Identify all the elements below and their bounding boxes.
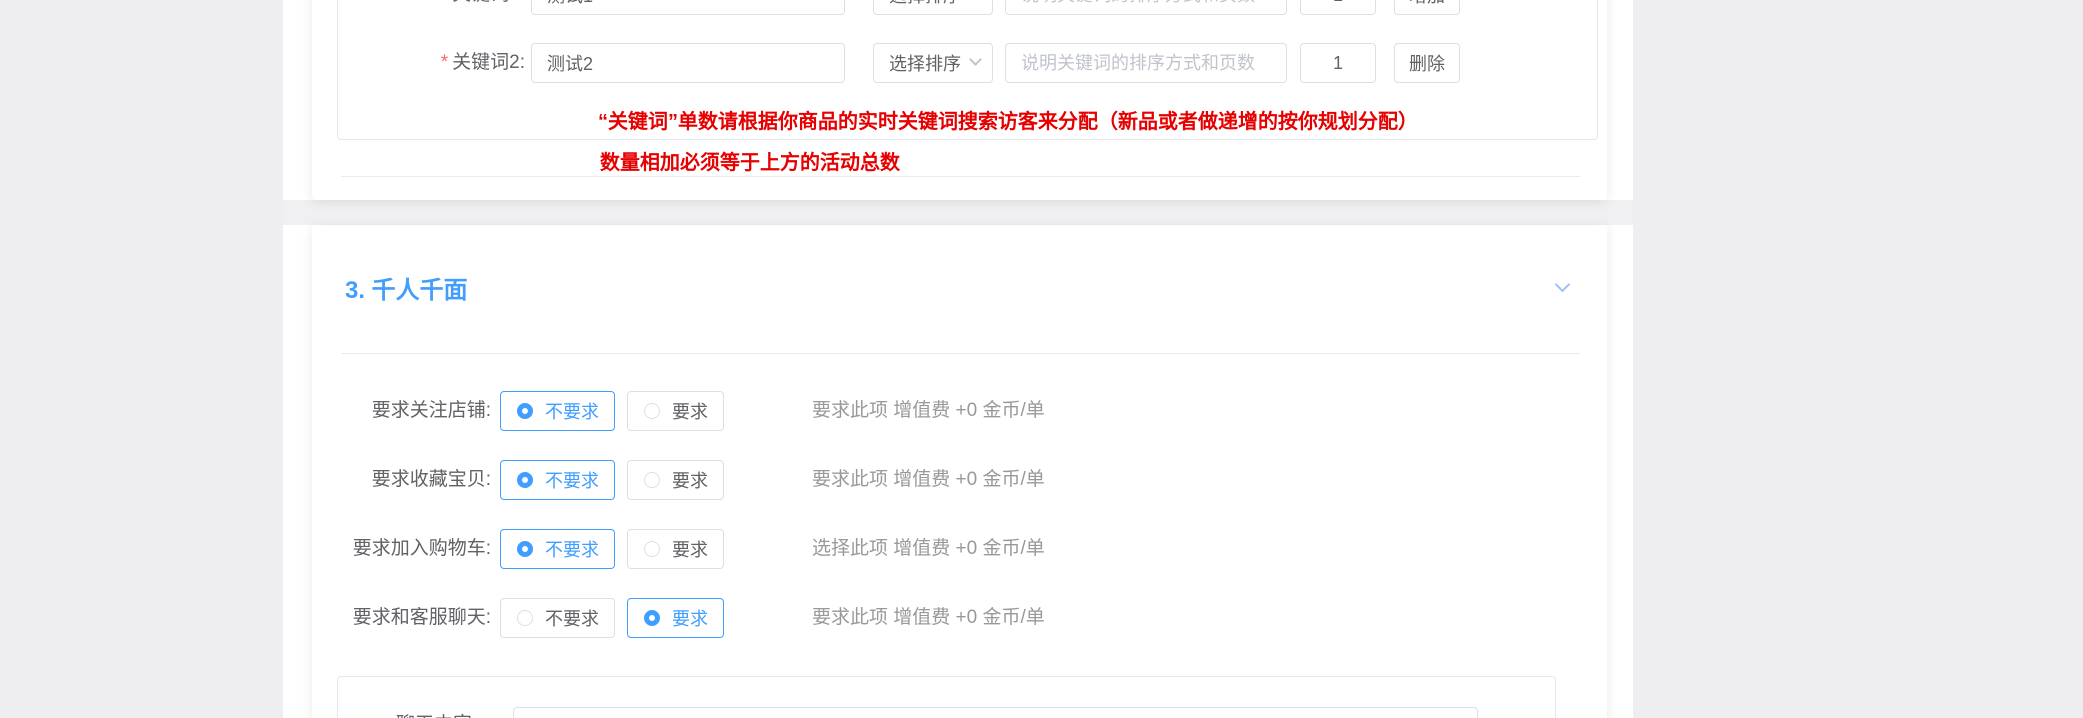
radio-icon [517,541,533,557]
radio-option-no[interactable]: 不要求 [500,529,615,569]
add-to-cart-row: 要求加入购物车: 不要求 要求 选择此项 增值费 +0 金币/单 [312,529,1607,569]
required-asterisk: * [441,52,448,73]
add-keyword-button[interactable]: 增加 [1394,0,1460,15]
add-to-cart-label: 要求加入购物车: [331,529,491,569]
keyword-2-label: *关键词2: [340,43,525,83]
favorite-item-row: 要求收藏宝贝: 不要求 要求 要求此项 增值费 +0 金币/单 [312,460,1607,500]
radio-icon [644,472,660,488]
keyword-1-label: *关键词1: [340,0,525,15]
divider [341,176,1580,177]
radio-option-no[interactable]: 不要求 [500,460,615,500]
keyword-row-2: *关键词2: 选择排序 删除 [312,43,1607,83]
keyword-row-1: *关键词1: 选择排序 增加 [312,0,1607,15]
radio-option-no[interactable]: 不要求 [500,391,615,431]
chat-content-input[interactable] [513,707,1478,718]
radio-icon [517,610,533,626]
radio-icon [517,403,533,419]
chevron-down-icon[interactable] [1552,277,1572,297]
radio-option-yes[interactable]: 要求 [627,391,724,431]
favorite-item-label: 要求收藏宝贝: [331,460,491,500]
radio-icon [644,403,660,419]
count-input-2[interactable] [1300,43,1376,83]
sort-note-input-2[interactable] [1005,43,1287,83]
radio-option-yes[interactable]: 要求 [627,598,724,638]
personalization-card: 3. 千人千面 要求关注店铺: 不要求 要求 要求此项 增值费 +0 金币/单 … [312,225,1607,718]
chat-content-label: 聊天内容 [331,705,472,718]
section-title: 3. 千人千面 [345,270,468,305]
page: *关键词1: 选择排序 增加 *关键词2: 选择排序 删除 [0,0,2083,718]
sort-note-input-1[interactable] [1005,0,1287,15]
keyword-note-line2: 数量相加必须等于上方的活动总数 [600,146,900,175]
follow-shop-label: 要求关注店铺: [331,391,491,431]
radio-option-yes[interactable]: 要求 [627,529,724,569]
divider [341,353,1580,354]
delete-keyword-button[interactable]: 删除 [1394,43,1460,83]
radio-icon [644,610,660,626]
radio-option-yes[interactable]: 要求 [627,460,724,500]
fee-note: 要求此项 增值费 +0 金币/单 [812,391,1045,431]
keywords-card: *关键词1: 选择排序 增加 *关键词2: 选择排序 删除 [312,0,1607,200]
keyword-note-line1: “关键词”单数请根据你商品的实时关键词搜索访客来分配（新品或者做递增的按你规划分… [598,105,1418,134]
radio-icon [644,541,660,557]
radio-option-no[interactable]: 不要求 [500,598,615,638]
keyword-2-input[interactable] [531,43,845,83]
chat-service-row: 要求和客服聊天: 不要求 要求 要求此项 增值费 +0 金币/单 [312,598,1607,638]
fee-note: 要求此项 增值费 +0 金币/单 [812,598,1045,638]
count-input-1[interactable] [1300,0,1376,15]
sort-order-select-1[interactable]: 选择排序 [873,0,993,15]
required-asterisk: * [441,0,448,5]
follow-shop-row: 要求关注店铺: 不要求 要求 要求此项 增值费 +0 金币/单 [312,391,1607,431]
chat-service-label: 要求和客服聊天: [331,598,491,638]
chevron-down-icon [969,53,982,66]
sort-order-select-2[interactable]: 选择排序 [873,43,993,83]
fee-note: 选择此项 增值费 +0 金币/单 [812,529,1045,569]
card-gap [283,200,1633,225]
fee-note: 要求此项 增值费 +0 金币/单 [812,460,1045,500]
keyword-1-input[interactable] [531,0,845,15]
chevron-glyph [1554,277,1570,293]
radio-icon [517,472,533,488]
